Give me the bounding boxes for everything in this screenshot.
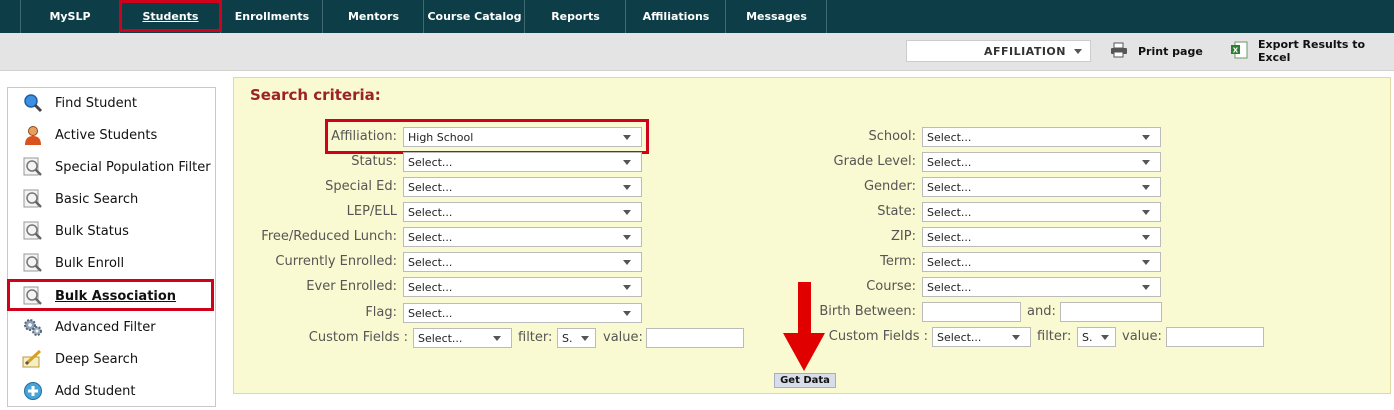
sidebar-item-find-student[interactable]: Find Student bbox=[8, 90, 215, 116]
field-birth-between: Birth Between: and: bbox=[0, 302, 1170, 322]
and-label: and: bbox=[1027, 304, 1056, 319]
value-label: value: bbox=[1122, 329, 1162, 344]
chevron-down-icon bbox=[1101, 335, 1109, 340]
field-course: Course: Select... bbox=[0, 277, 1170, 297]
select-value: Select... bbox=[927, 255, 972, 269]
sidebar-item-label: Find Student bbox=[55, 95, 137, 111]
affiliation-dropdown[interactable]: AFFILIATION bbox=[906, 40, 1091, 62]
field-label: Term: bbox=[880, 254, 916, 269]
tab-affiliations[interactable]: Affiliations bbox=[627, 0, 726, 33]
printer-icon bbox=[1110, 42, 1128, 61]
custom-filter-select-right[interactable]: S. bbox=[1077, 327, 1116, 347]
export-excel-label: Export Results to Excel bbox=[1258, 38, 1366, 64]
tab-messages[interactable]: Messages bbox=[727, 0, 827, 33]
select-value: Select... bbox=[927, 205, 972, 219]
toolbar: AFFILIATION Print page X Export Results … bbox=[0, 33, 1394, 71]
field-school: School: Select... bbox=[0, 127, 1170, 147]
custom-fields-right: Custom Fields : Select... filter: S. val… bbox=[0, 327, 1280, 347]
pencil-paper-icon bbox=[22, 349, 44, 369]
tab-label: Messages bbox=[746, 10, 807, 23]
tab-reports[interactable]: Reports bbox=[526, 0, 626, 33]
sidebar-item-label: Add Student bbox=[55, 383, 136, 399]
select-value: S. bbox=[1082, 330, 1093, 344]
state-select[interactable]: Select... bbox=[922, 202, 1161, 222]
magnifier-blue-icon bbox=[22, 93, 44, 113]
tab-mentors[interactable]: Mentors bbox=[324, 0, 424, 33]
school-select[interactable]: Select... bbox=[922, 127, 1161, 147]
get-data-label: Get Data bbox=[780, 375, 830, 386]
field-label: Course: bbox=[866, 279, 916, 294]
chevron-down-icon bbox=[1142, 135, 1150, 140]
export-excel-button[interactable]: X Export Results to Excel bbox=[1230, 38, 1394, 64]
red-arrow-shaft bbox=[798, 282, 811, 334]
chevron-down-icon bbox=[1142, 210, 1150, 215]
tab-students[interactable]: Students bbox=[121, 0, 221, 33]
affiliation-dropdown-value: AFFILIATION bbox=[983, 44, 1066, 58]
chevron-down-icon bbox=[1012, 335, 1020, 340]
select-value: Select... bbox=[927, 130, 972, 144]
birth-from-input[interactable] bbox=[922, 302, 1021, 322]
field-gender: Gender: Select... bbox=[0, 177, 1170, 197]
print-page-button[interactable]: Print page bbox=[1110, 41, 1203, 61]
select-value: Select... bbox=[927, 280, 972, 294]
zip-select[interactable]: Select... bbox=[922, 227, 1161, 247]
page-title: Search criteria: bbox=[250, 86, 381, 104]
field-label: Birth Between: bbox=[819, 304, 916, 319]
grade-level-select[interactable]: Select... bbox=[922, 152, 1161, 172]
select-value: Select... bbox=[927, 155, 972, 169]
add-circle-icon bbox=[22, 381, 44, 401]
course-select[interactable]: Select... bbox=[922, 277, 1161, 297]
top-nav: MySLP Students Enrollments Mentors Cours… bbox=[0, 0, 1394, 33]
select-value: Select... bbox=[927, 230, 972, 244]
red-arrow-head-icon bbox=[783, 333, 825, 371]
chevron-down-icon bbox=[1142, 285, 1150, 290]
select-value: Select... bbox=[927, 180, 972, 194]
field-zip: ZIP: Select... bbox=[0, 227, 1170, 247]
sidebar-item-add-student[interactable]: Add Student bbox=[8, 378, 215, 404]
field-state: State: Select... bbox=[0, 202, 1170, 222]
chevron-down-icon bbox=[1142, 160, 1150, 165]
field-term: Term: Select... bbox=[0, 252, 1170, 272]
field-label: State: bbox=[877, 204, 916, 219]
field-label: ZIP: bbox=[891, 229, 916, 244]
svg-text:X: X bbox=[1233, 46, 1239, 54]
gender-select[interactable]: Select... bbox=[922, 177, 1161, 197]
field-label: Gender: bbox=[863, 179, 916, 194]
tab-label: Mentors bbox=[347, 10, 400, 23]
tab-label: Enrollments bbox=[234, 10, 310, 23]
tab-myslp[interactable]: MySLP bbox=[20, 0, 120, 33]
tab-label: Reports bbox=[551, 10, 600, 23]
term-select[interactable]: Select... bbox=[922, 252, 1161, 272]
get-data-button[interactable]: Get Data bbox=[774, 373, 836, 388]
custom-value-input-right[interactable] bbox=[1166, 327, 1264, 347]
field-label: School: bbox=[868, 129, 916, 144]
tab-label: MySLP bbox=[49, 10, 91, 23]
field-label: Grade Level: bbox=[833, 154, 916, 169]
excel-icon: X bbox=[1230, 41, 1248, 62]
field-label: Custom Fields : bbox=[828, 329, 928, 344]
select-value: Select... bbox=[937, 330, 982, 344]
custom-field-select-right[interactable]: Select... bbox=[932, 327, 1031, 347]
chevron-down-icon bbox=[1142, 235, 1150, 240]
tab-label: Affiliations bbox=[642, 10, 710, 23]
sidebar-item-label: Deep Search bbox=[55, 351, 139, 367]
tab-label: Course Catalog bbox=[427, 10, 522, 23]
tab-course-catalog[interactable]: Course Catalog bbox=[425, 0, 525, 33]
sidebar-item-deep-search[interactable]: Deep Search bbox=[8, 346, 215, 372]
tab-label: Students bbox=[142, 10, 199, 23]
chevron-down-icon bbox=[1074, 49, 1082, 54]
filter-label: filter: bbox=[1037, 329, 1072, 344]
field-grade-level: Grade Level: Select... bbox=[0, 152, 1170, 172]
chevron-down-icon bbox=[1142, 185, 1150, 190]
tab-enrollments[interactable]: Enrollments bbox=[222, 0, 323, 33]
birth-to-input[interactable] bbox=[1060, 302, 1162, 322]
print-page-label: Print page bbox=[1138, 44, 1203, 58]
chevron-down-icon bbox=[1142, 260, 1150, 265]
